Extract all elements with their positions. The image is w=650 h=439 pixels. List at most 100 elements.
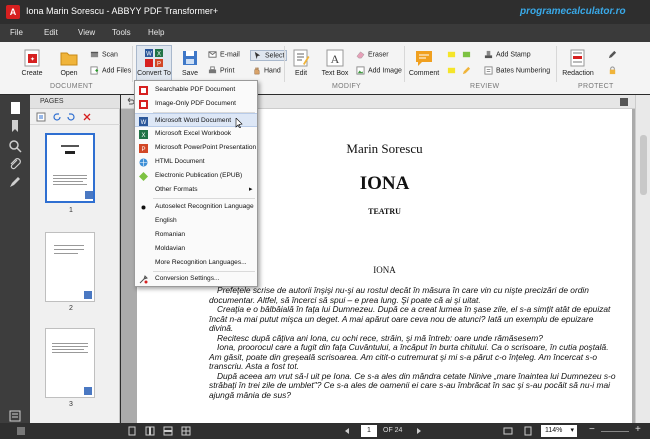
panel-options-icon[interactable] <box>8 409 22 423</box>
menu-item-powerpoint[interactable]: P Microsoft PowerPoint Presentation <box>135 141 257 155</box>
fit-page-icon[interactable] <box>523 426 533 436</box>
menu-item-searchable-pdf[interactable]: Searchable PDF Document <box>135 83 257 97</box>
next-page-icon[interactable] <box>415 427 423 435</box>
two-page-view-icon[interactable] <box>145 426 155 436</box>
page-thumbnail-2[interactable] <box>45 232 95 302</box>
password-tool[interactable] <box>608 66 620 75</box>
strikeout-tool[interactable] <box>447 66 459 75</box>
menu-view[interactable]: View <box>78 28 95 37</box>
create-button[interactable]: ✦ Create <box>18 48 46 77</box>
group-protect: PROTECT <box>578 83 614 90</box>
menu-file[interactable]: File <box>10 28 23 37</box>
create-label: Create <box>21 70 43 77</box>
menu-item-label: Autoselect Recognition Language <box>155 203 254 210</box>
scan-button[interactable]: Scan <box>90 50 118 59</box>
menu-item-moldavian[interactable]: Moldavian <box>135 242 257 256</box>
title-bar: A Iona Marin Sorescu - ABBYY PDF Transfo… <box>0 0 650 24</box>
menu-item-romanian[interactable]: Romanian <box>135 228 257 242</box>
redaction-button[interactable]: Redaction <box>560 48 596 77</box>
menu-item-word[interactable]: W Microsoft Word Document <box>135 113 257 128</box>
add-image-label: Add Image <box>368 67 402 75</box>
page-number-input[interactable]: 1 <box>361 425 377 437</box>
zoom-in-icon[interactable]: + <box>635 424 641 435</box>
previous-page-icon[interactable] <box>343 427 351 435</box>
pages-panel-icon[interactable] <box>8 101 22 115</box>
menu-item-html[interactable]: HTML Document <box>135 155 257 169</box>
scrollbar-thumb[interactable] <box>640 135 647 195</box>
settings-icon[interactable] <box>16 426 26 436</box>
save-icon <box>183 51 197 65</box>
menu-item-more-languages[interactable]: More Recognition Languages... <box>135 256 257 270</box>
add-stamp-button[interactable]: Add Stamp <box>484 50 531 59</box>
pages-pane-title: PAGES <box>40 98 64 105</box>
add-files-label: Add Files <box>102 67 132 75</box>
rotate-left-icon[interactable] <box>52 112 62 122</box>
print-label: Print <box>220 67 235 75</box>
delete-page-icon[interactable] <box>82 112 92 122</box>
email-button[interactable]: E-mail <box>208 50 240 59</box>
rotate-right-icon[interactable] <box>66 112 76 122</box>
menu-tools[interactable]: Tools <box>112 28 131 37</box>
zoom-select[interactable]: 114% ▾ <box>541 425 577 437</box>
svg-text:P: P <box>157 62 161 68</box>
save-button[interactable]: Save <box>178 48 202 77</box>
menu-help[interactable]: Help <box>148 28 164 37</box>
fit-width-icon[interactable] <box>503 426 513 436</box>
pages-pane-header: PAGES <box>30 95 120 109</box>
menu-item-epub[interactable]: Electronic Publication (EPUB) <box>135 169 257 183</box>
text-box-icon: A <box>326 49 344 67</box>
add-image-button[interactable]: Add Image <box>356 66 402 75</box>
hand-tool-button[interactable]: Hand <box>252 66 281 75</box>
select-label: Select <box>265 52 285 60</box>
scan-label: Scan <box>102 51 118 59</box>
convert-to-button[interactable]: W X P Convert To <box>136 45 172 83</box>
select-tool-button[interactable]: Select <box>250 50 288 61</box>
bates-numbering-button[interactable]: Bates Numbering <box>484 66 550 75</box>
save-label: Save <box>182 70 198 77</box>
page-options-icon[interactable] <box>36 112 46 122</box>
comment-button[interactable]: Comment <box>408 48 440 77</box>
page-thumbnail-1[interactable] <box>45 133 95 203</box>
edit-button[interactable]: Edit <box>290 48 312 77</box>
pencil-icon <box>462 66 471 75</box>
print-button[interactable]: Print <box>208 66 234 75</box>
single-page-view-icon[interactable] <box>127 426 137 436</box>
signature-icon[interactable] <box>8 175 22 189</box>
menu-item-other-formats[interactable]: Other Formats ▸ <box>135 183 257 197</box>
pdf-icon <box>139 100 148 109</box>
menu-item-conversion-settings[interactable]: Conversion Settings... <box>135 272 257 286</box>
menu-edit[interactable]: Edit <box>44 28 58 37</box>
security-tool[interactable] <box>608 50 620 59</box>
redaction-label: Redaction <box>562 70 594 77</box>
add-files-button[interactable]: Add Files <box>90 66 131 75</box>
menu-item-english[interactable]: English <box>135 214 257 228</box>
excel-icon: X <box>139 130 148 139</box>
vertical-scrollbar[interactable] <box>635 95 650 423</box>
zoom-out-icon[interactable]: − <box>589 424 595 435</box>
text-box-button[interactable]: A Text Box <box>320 48 350 77</box>
eraser-button[interactable]: Eraser <box>356 50 389 59</box>
underline-tool[interactable] <box>462 50 474 59</box>
bookmark-icon[interactable] <box>8 119 22 133</box>
bullet-icon <box>141 205 146 210</box>
menu-item-excel[interactable]: X Microsoft Excel Workbook <box>135 127 257 141</box>
pencil-tool[interactable] <box>462 66 474 75</box>
continuous-view-icon[interactable] <box>163 426 173 436</box>
left-status-area <box>0 423 121 439</box>
submenu-arrow-icon: ▸ <box>249 186 253 193</box>
highlight-tool[interactable] <box>447 50 459 59</box>
convert-formats-icon: W X P <box>145 49 163 68</box>
grid-view-icon[interactable] <box>181 426 191 436</box>
zoom-slider[interactable] <box>601 431 629 432</box>
epub-icon <box>139 172 148 181</box>
page-thumbnail-3[interactable] <box>45 328 95 398</box>
panel-toggle-icon[interactable] <box>619 97 629 107</box>
open-button[interactable]: Open <box>56 48 82 77</box>
menu-bar: File Edit View Tools Help <box>0 24 650 42</box>
window-title: Iona Marin Sorescu - ABBYY PDF Transform… <box>26 6 219 16</box>
search-icon[interactable] <box>8 139 22 153</box>
document-paragraph: Iona, proorocul care a fugit din faţa Cu… <box>209 342 609 371</box>
menu-item-image-only-pdf[interactable]: Image-Only PDF Document <box>135 97 257 111</box>
menu-item-autoselect-language[interactable]: Autoselect Recognition Language <box>135 200 257 214</box>
attachment-icon[interactable] <box>8 157 22 171</box>
